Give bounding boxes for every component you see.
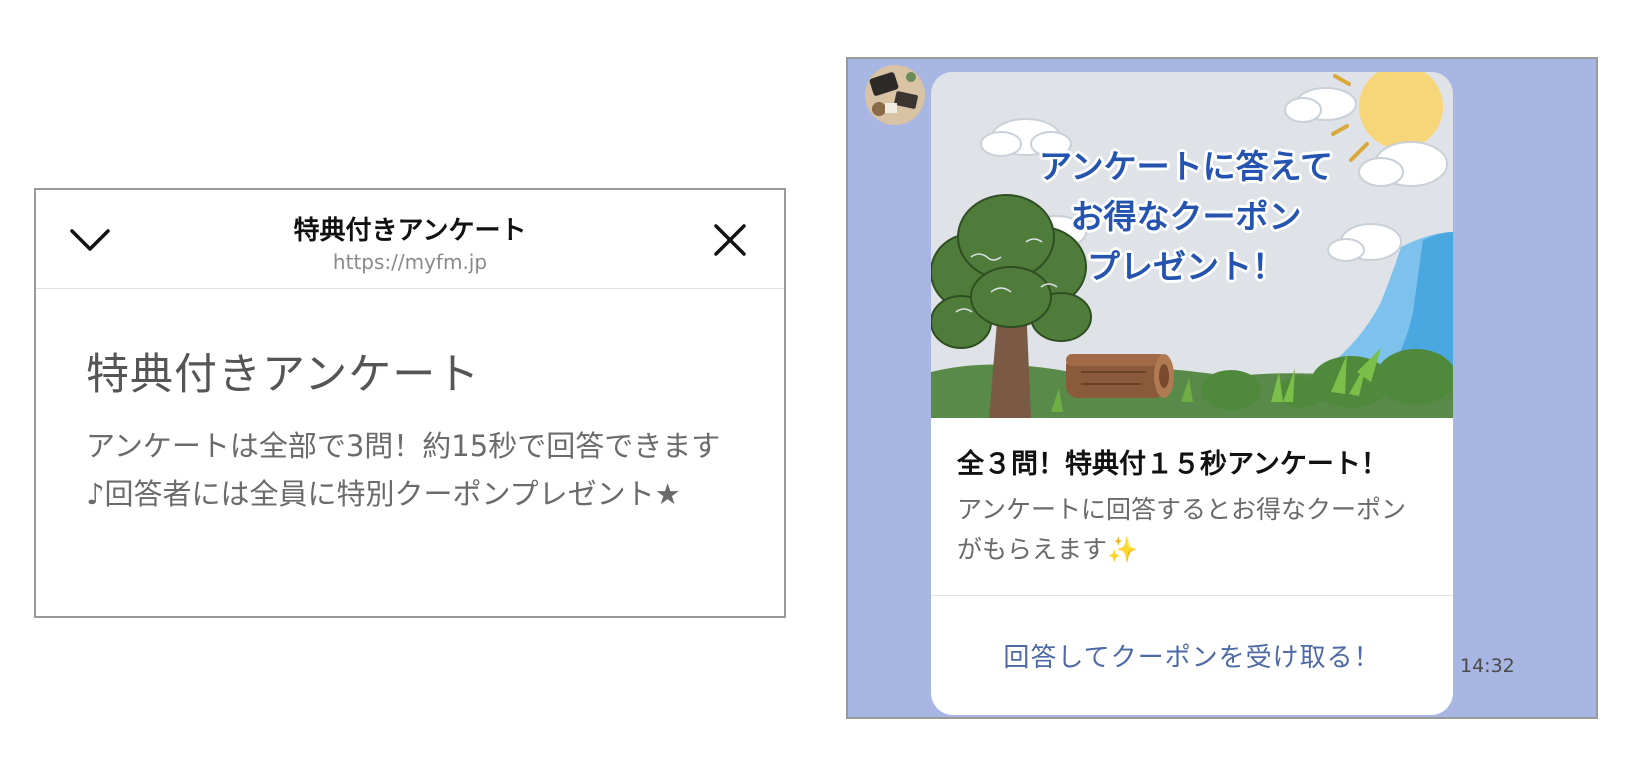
hero-headline-line: プレゼント！ bbox=[1087, 247, 1285, 286]
chat-screen: アンケートに答えて お得なクーポン プレゼント！ 全３問！特典付１５秒アンケート… bbox=[846, 57, 1598, 719]
hero-headline: アンケートに答えて お得なクーポン プレゼント！ bbox=[991, 142, 1381, 292]
message-description: アンケートに回答するとお得なクーポンがもらえます✨ bbox=[957, 495, 1407, 564]
avatar[interactable] bbox=[865, 65, 925, 125]
close-icon[interactable] bbox=[706, 216, 754, 264]
message-timestamp: 14:32 bbox=[1460, 655, 1515, 677]
hero-headline-line: アンケートに答えて bbox=[1038, 147, 1334, 186]
browser-header: 特典付きアンケート https://myfm.jp bbox=[36, 190, 784, 289]
in-app-browser: 特典付きアンケート https://myfm.jp 特典付きアンケート アンケー… bbox=[34, 188, 786, 618]
message-title: 全３問！特典付１５秒アンケート！ bbox=[957, 449, 1388, 480]
page-heading: 特典付きアンケート bbox=[86, 350, 481, 400]
browser-url: https://myfm.jp bbox=[332, 250, 488, 274]
browser-title: 特典付きアンケート bbox=[293, 216, 527, 246]
hero-headline-line: お得なクーポン bbox=[1070, 197, 1302, 236]
receive-coupon-button[interactable]: 回答してクーポンを受け取る！ bbox=[931, 596, 1453, 715]
hero-image: アンケートに答えて お得なクーポン プレゼント！ bbox=[931, 72, 1453, 418]
message-card[interactable]: アンケートに答えて お得なクーポン プレゼント！ 全３問！特典付１５秒アンケート… bbox=[931, 72, 1453, 715]
page-description: アンケートは全部で3問！約15秒で回答できます♪回答者には全員に特別クーポンプレ… bbox=[86, 429, 721, 511]
